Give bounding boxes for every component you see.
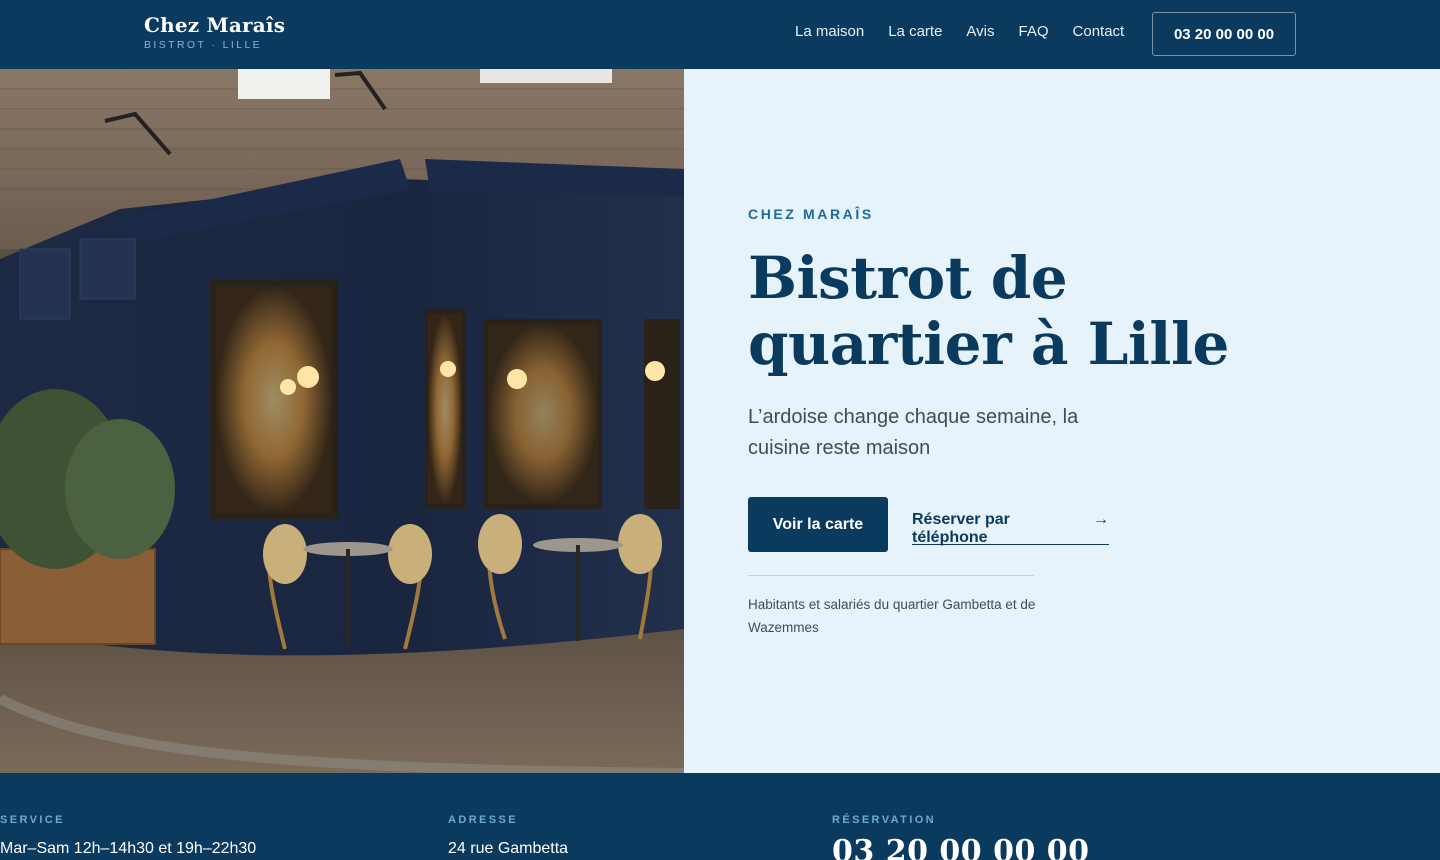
hero-content: CHEZ MARAÎS Bistrot de quartier à Lille … [684, 69, 1440, 773]
info-reservation-label: RÉSERVATION [832, 814, 937, 826]
info-reservation-phone[interactable]: 03 20 00 00 00 [832, 834, 1090, 860]
view-menu-button[interactable]: Voir la carte [748, 497, 888, 552]
info-address: ADRESSE 24 rue Gambetta [448, 814, 568, 858]
nav-item-la-maison[interactable]: La maison [795, 23, 864, 40]
info-service-label: SERVICE [0, 814, 65, 826]
brand-name: Chez Maraîs [144, 13, 286, 37]
brand-logo[interactable]: Chez Maraîs BISTROT · LILLE [144, 13, 285, 51]
arrow-right-icon: → [1093, 511, 1109, 528]
info-service: SERVICE Mar–Sam 12h–14h30 et 19h–22h30 [0, 814, 256, 858]
reserve-link-label: Réserver par téléphone [912, 511, 1010, 546]
site-header: Chez Maraîs BISTROT · LILLE La maison La… [0, 0, 1440, 69]
info-service-value: Mar–Sam 12h–14h30 et 19h–22h30 [0, 840, 257, 857]
nav-item-faq[interactable]: FAQ [1019, 23, 1049, 40]
info-band: SERVICE Mar–Sam 12h–14h30 et 19h–22h30 A… [0, 773, 1440, 860]
hero-subtitle: L’ardoise change chaque semaine, la cuis… [748, 406, 1079, 459]
nav-item-la-carte[interactable]: La carte [888, 23, 942, 40]
brand-tagline: BISTROT · LILLE [144, 39, 263, 51]
info-address-label: ADRESSE [448, 814, 518, 826]
hero-divider [748, 575, 1034, 576]
nav-item-contact[interactable]: Contact [1073, 23, 1125, 40]
header-phone-button[interactable]: 03 20 00 00 00 [1152, 12, 1296, 56]
main-nav: La maison La carte Avis FAQ Contact [795, 23, 1148, 40]
hero-note: Habitants et salariés du quartier Gambet… [748, 597, 1036, 635]
hero-image [0, 69, 684, 773]
hero-eyebrow: CHEZ MARAÎS [748, 206, 874, 222]
reserve-by-phone-link[interactable]: Réserver par téléphone → [912, 508, 1109, 546]
hero-title: Bistrot de quartier à Lille [748, 244, 1229, 378]
info-address-value: 24 rue Gambetta [448, 840, 569, 857]
nav-item-avis[interactable]: Avis [966, 23, 994, 40]
info-reservation: RÉSERVATION 03 20 00 00 00 [832, 814, 1090, 860]
